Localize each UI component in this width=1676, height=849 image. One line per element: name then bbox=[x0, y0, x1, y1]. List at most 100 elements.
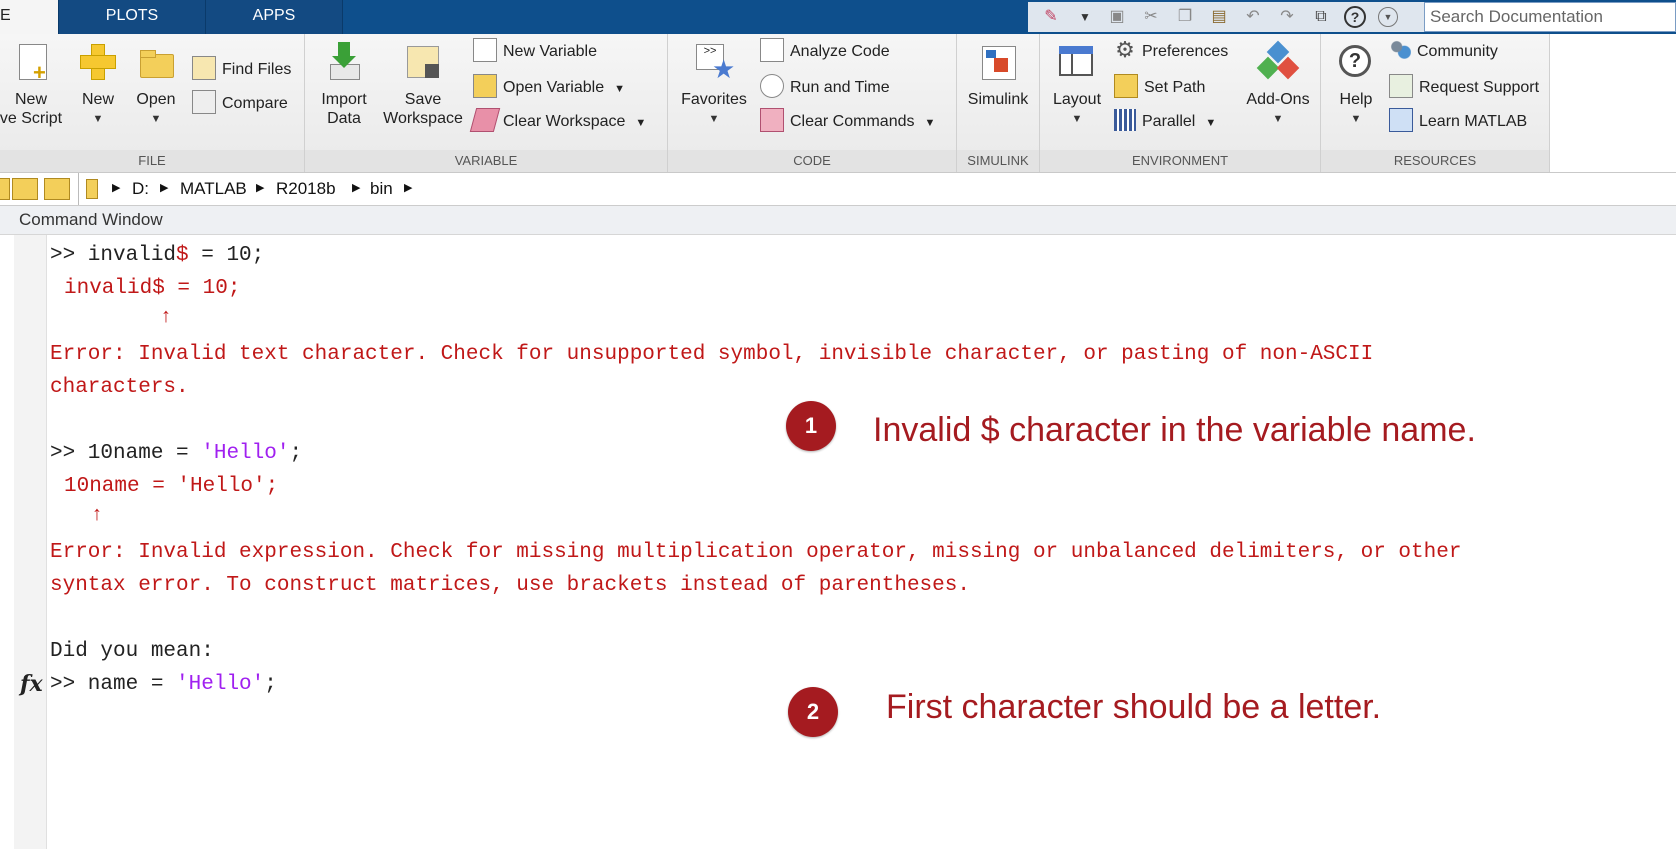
run-and-time-button[interactable]: Run and Time bbox=[760, 74, 890, 100]
help-icon[interactable]: ? bbox=[1344, 6, 1366, 28]
help-button[interactable]: ? Help ▼ bbox=[1323, 42, 1389, 129]
parallel-icon bbox=[1114, 108, 1136, 131]
gear-icon: ⚙ bbox=[1115, 36, 1135, 62]
request-support-label: Request Support bbox=[1419, 79, 1540, 97]
parallel-button[interactable]: Parallel ▼ bbox=[1114, 108, 1217, 134]
command-line: >> invalid$ = 10; bbox=[50, 244, 264, 267]
command-text: = 10; bbox=[188, 244, 265, 267]
import-data-button[interactable]: Import Data bbox=[311, 42, 377, 128]
layout-icon bbox=[1057, 42, 1097, 82]
eraser-icon bbox=[469, 108, 501, 132]
clear-commands-icon bbox=[760, 108, 784, 132]
find-files-button[interactable]: Find Files bbox=[192, 56, 291, 82]
open-button[interactable]: Open ▼ bbox=[128, 42, 184, 129]
learn-matlab-button[interactable]: Learn MATLAB bbox=[1389, 108, 1527, 134]
group-simulink: Simulink SIMULINK bbox=[957, 34, 1040, 172]
command-text: ; bbox=[289, 442, 303, 465]
analyze-code-button[interactable]: Analyze Code bbox=[760, 38, 890, 64]
command-text: >> 10name = bbox=[50, 442, 202, 465]
search-documentation-input[interactable]: Search Documentation bbox=[1424, 2, 1676, 32]
breadcrumb-bin[interactable]: bin bbox=[370, 179, 393, 199]
suggestion-line: Did you mean: bbox=[50, 640, 214, 663]
breadcrumb-drive[interactable]: D: bbox=[132, 179, 149, 199]
open-variable-icon bbox=[473, 74, 497, 98]
suggested-command-line[interactable]: >> name = 'Hello'; bbox=[50, 673, 277, 696]
chevron-down-icon: ▼ bbox=[1205, 117, 1217, 129]
add-ons-button[interactable]: Add-Ons ▼ bbox=[1240, 40, 1316, 129]
browse-folder-icon[interactable] bbox=[44, 178, 70, 200]
community-label: Community bbox=[1417, 43, 1498, 60]
command-window-title: Command Window bbox=[19, 210, 163, 229]
set-path-button[interactable]: Set Path bbox=[1114, 74, 1206, 100]
open-variable-label: Open Variable bbox=[503, 79, 605, 97]
tab-apps[interactable]: APPS bbox=[206, 0, 343, 34]
fx-function-browser-icon[interactable]: fx bbox=[20, 671, 43, 697]
clear-workspace-label: Clear Workspace bbox=[503, 113, 626, 131]
new-script-button[interactable]: + New ve Script bbox=[0, 42, 70, 128]
chevron-right-icon[interactable]: ▶ bbox=[256, 181, 264, 194]
open-label: Open bbox=[136, 91, 176, 108]
error-message-line: syntax error. To construct matrices, use… bbox=[50, 574, 970, 597]
set-path-icon bbox=[1114, 74, 1138, 98]
collapse-toolstrip-icon[interactable]: ▼ bbox=[1378, 7, 1398, 27]
toolstrip-tab-bar: E PLOTS APPS ✎ ▼ ▣ ✂ ❐ ▤ ↶ ↷ ⧉ ? ▼ Searc… bbox=[0, 0, 1676, 34]
clear-commands-button[interactable]: Clear Commands ▼ bbox=[760, 108, 935, 134]
tab-home[interactable]: E bbox=[0, 0, 59, 34]
chevron-down-icon: ▼ bbox=[92, 113, 104, 125]
group-label-environment: ENVIRONMENT bbox=[1040, 150, 1320, 172]
new-variable-button[interactable]: New Variable bbox=[473, 38, 597, 64]
chevron-down-icon: ▼ bbox=[1350, 113, 1362, 125]
community-icon bbox=[1389, 38, 1411, 61]
switch-windows-icon[interactable]: ⧉ bbox=[1310, 7, 1332, 27]
chevron-right-icon[interactable]: ▶ bbox=[352, 181, 360, 194]
error-message-line: characters. bbox=[50, 376, 189, 399]
group-label-variable: VARIABLE bbox=[305, 150, 667, 172]
tab-plots[interactable]: PLOTS bbox=[59, 0, 206, 34]
back-folder-icon[interactable] bbox=[0, 178, 10, 200]
toolstrip-ribbon: + New ve Script New ▼ Open ▼ Find Files … bbox=[0, 34, 1676, 173]
breadcrumb-release[interactable]: R2018b bbox=[276, 179, 336, 199]
compare-icon bbox=[192, 90, 216, 114]
community-button[interactable]: Community bbox=[1389, 38, 1498, 64]
favorites-label: Favorites bbox=[681, 91, 747, 108]
set-path-label: Set Path bbox=[1144, 79, 1206, 97]
copy-icon[interactable]: ❐ bbox=[1174, 7, 1196, 27]
up-folder-icon[interactable] bbox=[12, 178, 38, 200]
request-support-icon bbox=[1389, 74, 1413, 98]
simulink-button[interactable]: Simulink bbox=[959, 42, 1037, 109]
annotation-text-1: Invalid $ character in the variable name… bbox=[873, 411, 1476, 449]
new-plus-icon bbox=[78, 42, 118, 82]
cut-icon[interactable]: ✂ bbox=[1140, 7, 1162, 27]
command-line: >> 10name = 'Hello'; bbox=[50, 442, 302, 465]
new-button[interactable]: New ▼ bbox=[68, 42, 128, 129]
folder-icon bbox=[86, 179, 98, 199]
save-workspace-icon bbox=[403, 42, 443, 82]
group-code: >> ★ Favorites ▼ Analyze Code Run and Ti… bbox=[668, 34, 957, 172]
preferences-button[interactable]: ⚙ Preferences bbox=[1114, 36, 1228, 64]
open-variable-button[interactable]: Open Variable ▼ bbox=[473, 74, 625, 100]
save-icon[interactable]: ▣ bbox=[1106, 7, 1128, 27]
paste-icon[interactable]: ▤ bbox=[1208, 7, 1230, 27]
dropdown-icon[interactable]: ▼ bbox=[1074, 7, 1096, 27]
clear-icon[interactable]: ✎ bbox=[1040, 7, 1062, 27]
breadcrumb-matlab[interactable]: MATLAB bbox=[180, 179, 247, 199]
clear-commands-label: Clear Commands bbox=[790, 113, 915, 131]
save-workspace-label: Save Workspace bbox=[383, 91, 463, 127]
new-variable-label: New Variable bbox=[503, 43, 597, 61]
group-label-file: FILE bbox=[0, 150, 304, 172]
layout-button[interactable]: Layout ▼ bbox=[1044, 42, 1110, 129]
chevron-right-icon[interactable]: ▶ bbox=[160, 181, 168, 194]
chevron-right-icon[interactable]: ▶ bbox=[404, 181, 412, 194]
save-workspace-button[interactable]: Save Workspace bbox=[375, 42, 471, 128]
redo-icon[interactable]: ↷ bbox=[1276, 7, 1298, 27]
chevron-right-icon[interactable]: ▶ bbox=[112, 181, 120, 194]
request-support-button[interactable]: Request Support bbox=[1389, 74, 1540, 100]
group-label-simulink: SIMULINK bbox=[957, 150, 1039, 172]
compare-button[interactable]: Compare bbox=[192, 90, 288, 116]
chevron-down-icon: ▼ bbox=[150, 113, 162, 125]
favorites-button[interactable]: >> ★ Favorites ▼ bbox=[676, 42, 752, 129]
clear-workspace-button[interactable]: Clear Workspace ▼ bbox=[469, 108, 646, 134]
learn-matlab-icon bbox=[1389, 108, 1413, 132]
annotation-text-2: First character should be a letter. bbox=[886, 688, 1382, 726]
undo-icon[interactable]: ↶ bbox=[1242, 7, 1264, 27]
